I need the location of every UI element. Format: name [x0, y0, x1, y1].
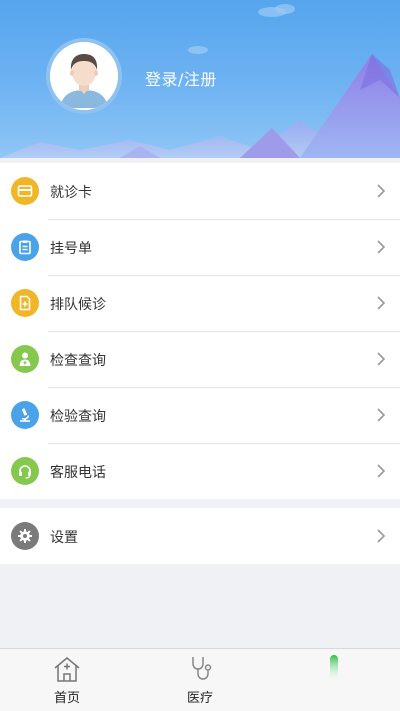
stethoscope-icon	[192, 657, 212, 680]
menu-item-queue[interactable]: 排队候诊	[0, 275, 400, 331]
chevron-right-icon	[377, 408, 386, 422]
doctor-icon	[11, 345, 39, 373]
profile-header: 登录/注册	[0, 0, 400, 158]
chevron-right-icon	[377, 464, 386, 478]
chevron-right-icon	[377, 184, 386, 198]
menu-item-visit-card[interactable]: 就诊卡	[0, 163, 400, 219]
menu-item-lab-query[interactable]: 检验查询	[0, 387, 400, 443]
headset-icon	[11, 457, 39, 485]
clipboard-icon	[11, 233, 39, 261]
menu-item-label: 就诊卡	[50, 185, 92, 201]
chevron-right-icon	[377, 529, 386, 543]
chevron-right-icon	[377, 240, 386, 254]
settings-label: 设置	[50, 530, 78, 546]
queue-document-icon	[11, 289, 39, 317]
menu-item-exam-query[interactable]: 检查查询	[0, 331, 400, 387]
login-register-link[interactable]: 登录/注册	[145, 66, 217, 90]
tab-medical-label: 医疗	[186, 691, 213, 706]
menu-item-label: 检查查询	[50, 353, 106, 369]
chevron-right-icon	[377, 296, 386, 310]
bottom-nav: 首页 医疗	[0, 648, 400, 711]
avatar[interactable]	[46, 38, 122, 114]
tab-home[interactable]: 首页	[27, 655, 107, 709]
card-icon	[11, 177, 39, 205]
microscope-icon	[11, 401, 39, 429]
menu-item-label: 客服电话	[50, 465, 106, 481]
active-tab-indicator-icon	[330, 655, 338, 683]
tab-profile-active[interactable]	[294, 655, 374, 709]
menu-item-settings[interactable]: 设置	[0, 508, 400, 564]
menu-list: 就诊卡 挂号单 排队候诊 检查查询 检验查询 客服电话	[0, 163, 400, 499]
menu-item-label: 检验查询	[50, 409, 106, 425]
menu-item-registration[interactable]: 挂号单	[0, 219, 400, 275]
menu-item-label: 排队候诊	[50, 297, 106, 313]
chevron-right-icon	[377, 352, 386, 366]
menu-item-label: 挂号单	[50, 241, 92, 257]
menu-item-service-phone[interactable]: 客服电话	[0, 443, 400, 499]
tab-medical[interactable]: 医疗	[160, 655, 240, 709]
user-avatar-icon	[50, 42, 118, 110]
home-medical-icon	[54, 657, 80, 682]
tab-home-label: 首页	[53, 691, 80, 706]
gear-icon	[11, 522, 39, 550]
